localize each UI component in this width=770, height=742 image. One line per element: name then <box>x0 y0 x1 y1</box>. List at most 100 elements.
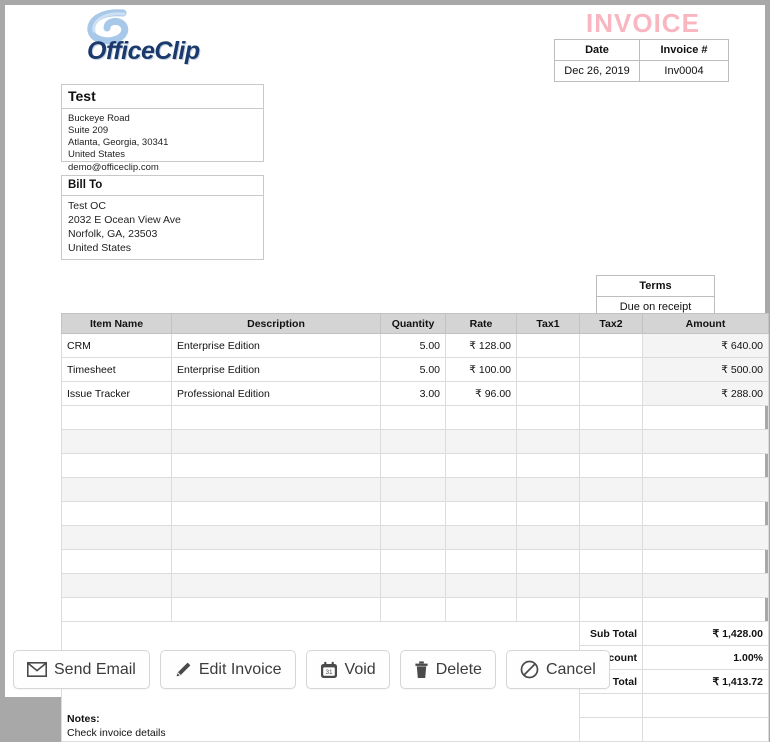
cell-description: Enterprise Edition <box>171 357 381 382</box>
cell-empty <box>579 477 643 502</box>
cell-quantity: 5.00 <box>380 357 446 382</box>
cell-item: Timesheet <box>61 357 172 382</box>
cell-tax1 <box>516 357 580 382</box>
bill-to-address-lines: Test OC 2032 E Ocean View Ave Norfolk, G… <box>62 196 263 259</box>
cell-empty <box>445 597 517 622</box>
cell-empty <box>380 573 446 598</box>
address-line: Atlanta, Georgia, 30341 <box>68 137 169 149</box>
cell-item: Issue Tracker <box>61 381 172 406</box>
cell-quantity: 5.00 <box>380 333 446 358</box>
cell-empty <box>61 501 172 526</box>
address-line: United States <box>68 149 126 161</box>
cell-empty <box>380 597 446 622</box>
trash-icon <box>414 660 429 679</box>
table-row: Issue Tracker Professional Edition 3.00 ₹ 9… <box>61 381 769 406</box>
void-button[interactable]: 31 Void <box>305 650 390 689</box>
cell-empty <box>642 477 769 502</box>
col-quantity: Quantity <box>380 313 446 334</box>
cell-tax2 <box>579 381 643 406</box>
address-line: Test OC <box>68 200 106 212</box>
envelope-icon <box>27 662 47 677</box>
cell-empty <box>61 597 172 622</box>
table-row: Timesheet Enterprise Edition 5.00 ₹ 100.00 ₹… <box>61 357 769 382</box>
cell-empty <box>445 477 517 502</box>
page-frame: OfficeClip INVOICE Date Invoice # Dec 26… <box>5 5 769 742</box>
cell-amount: ₹ 288.00 <box>642 381 769 406</box>
cell-empty <box>642 597 769 622</box>
cell-empty <box>61 405 172 430</box>
cell-empty <box>445 549 517 574</box>
cell-empty <box>171 525 381 550</box>
cell-empty <box>516 429 580 454</box>
table-row-empty <box>61 453 769 478</box>
cell-empty <box>579 405 643 430</box>
bill-to-box: Bill To Test OC 2032 E Ocean View Ave No… <box>61 175 264 260</box>
col-tax1: Tax1 <box>516 313 580 334</box>
cell-empty <box>171 597 381 622</box>
cancel-label: Cancel <box>545 660 596 678</box>
cell-empty <box>445 573 517 598</box>
logo-text: OfficeClip <box>87 37 200 65</box>
cell-empty <box>579 501 643 526</box>
terms-table: Terms Due on receipt <box>596 275 715 318</box>
table-row-empty <box>61 429 769 454</box>
total-value-2: ₹ 1,413.72 <box>642 669 769 694</box>
col-amount: Amount <box>642 313 769 334</box>
edit-invoice-button[interactable]: Edit Invoice <box>159 650 296 689</box>
cell-empty <box>642 717 769 742</box>
cell-empty <box>516 525 580 550</box>
table-row-empty <box>61 573 769 598</box>
cell-empty <box>579 453 643 478</box>
send-email-button[interactable]: Send Email <box>13 650 150 689</box>
address-line: 2032 E Ocean View Ave <box>68 213 181 226</box>
col-tax2: Tax2 <box>579 313 643 334</box>
delete-label: Delete <box>435 660 482 678</box>
total-label-0: Sub Total <box>579 621 643 646</box>
cell-empty <box>642 453 769 478</box>
cell-empty <box>642 405 769 430</box>
cell-empty <box>61 477 172 502</box>
invoice-number-header: Invoice # <box>639 39 729 61</box>
cell-empty <box>516 453 580 478</box>
action-button-bar: Send Email Edit Invoice 31 Void Delete C… <box>13 650 610 689</box>
cell-empty <box>642 429 769 454</box>
void-label: Void <box>344 660 376 678</box>
col-description: Description <box>171 313 381 334</box>
notes-title: Notes: <box>67 713 100 725</box>
cancel-button[interactable]: Cancel <box>505 650 610 689</box>
cell-empty <box>516 405 580 430</box>
company-address-box: Test Buckeye Road Suite 209 Atlanta, Geo… <box>61 84 264 173</box>
svg-text:31: 31 <box>325 669 333 676</box>
table-row-empty <box>61 405 769 430</box>
cell-empty <box>61 549 172 574</box>
cell-empty <box>445 429 517 454</box>
invoice-title: INVOICE <box>586 8 700 38</box>
table-row: CRM Enterprise Edition 5.00 ₹ 128.00 ₹ 640.0… <box>61 333 769 358</box>
cell-empty <box>380 453 446 478</box>
cell-empty <box>171 573 381 598</box>
company-email: demo@officeclip.com <box>68 161 159 173</box>
cell-empty <box>642 501 769 526</box>
col-rate: Rate <box>445 313 517 334</box>
cell-empty <box>380 549 446 574</box>
no-entry-icon <box>520 660 539 679</box>
cell-tax1 <box>516 333 580 358</box>
cell-description: Enterprise Edition <box>171 333 381 358</box>
cell-empty <box>445 525 517 550</box>
cell-empty <box>171 501 381 526</box>
cell-empty <box>445 501 517 526</box>
invoice-document: OfficeClip INVOICE Date Invoice # Dec 26… <box>8 5 769 742</box>
cell-empty <box>445 453 517 478</box>
cell-empty <box>579 573 643 598</box>
cell-empty <box>61 525 172 550</box>
cell-empty <box>380 405 446 430</box>
cell-rate: ₹ 96.00 <box>445 381 517 406</box>
cell-empty <box>171 477 381 502</box>
delete-button[interactable]: Delete <box>399 650 496 689</box>
cell-amount: ₹ 500.00 <box>642 357 769 382</box>
cell-description: Professional Edition <box>171 381 381 406</box>
cell-tax2 <box>579 357 643 382</box>
notes-text: Check invoice details <box>67 727 166 739</box>
cell-empty <box>445 405 517 430</box>
date-value: Dec 26, 2019 <box>554 60 640 82</box>
